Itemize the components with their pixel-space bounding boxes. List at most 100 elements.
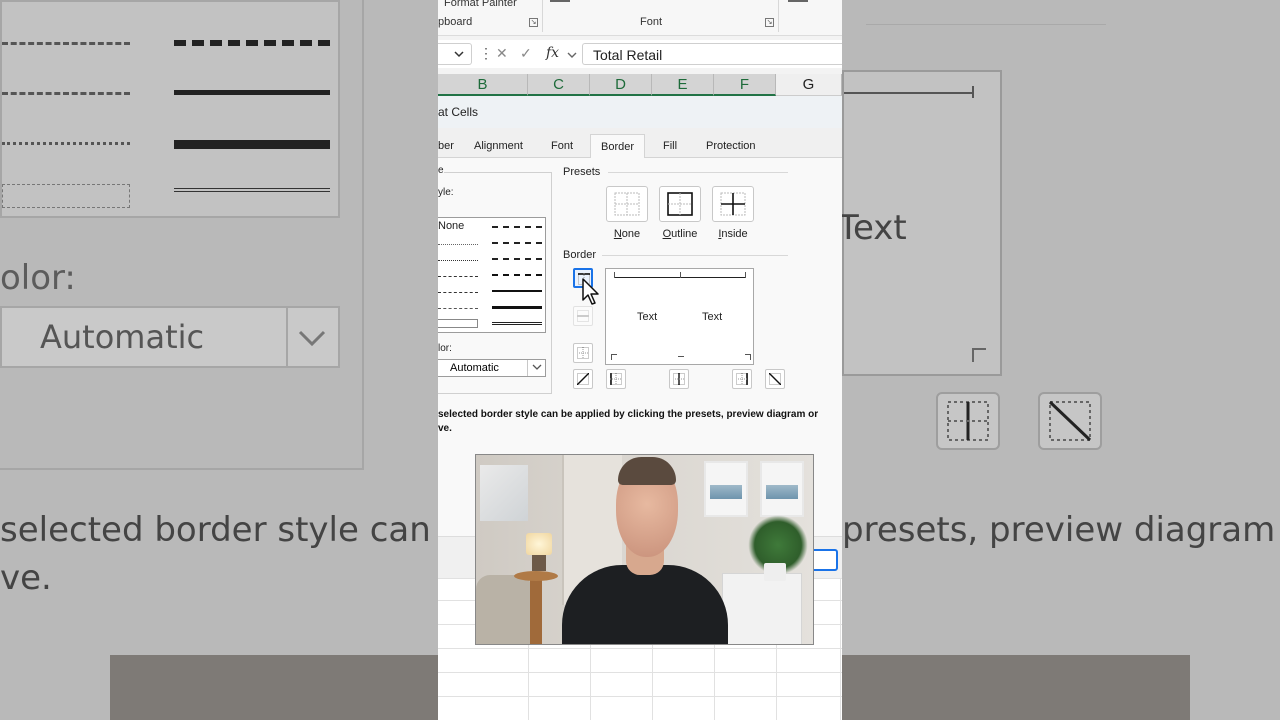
line-style-double[interactable] bbox=[492, 322, 542, 325]
column-header[interactable]: B bbox=[438, 74, 528, 96]
webcam-wall-art bbox=[480, 465, 528, 521]
bg-preview-top-border bbox=[844, 92, 974, 94]
chevron-down-icon[interactable] bbox=[527, 360, 545, 376]
border-inside-horizontal-button[interactable] bbox=[573, 306, 593, 326]
column-header[interactable]: D bbox=[590, 74, 652, 96]
enter-icon[interactable]: ✓ bbox=[520, 45, 532, 62]
border-preview[interactable]: Text Text bbox=[605, 268, 754, 365]
preset-outline-button[interactable] bbox=[659, 186, 701, 222]
webcam-side-table bbox=[514, 571, 558, 581]
bg-dash-line bbox=[2, 42, 130, 45]
preset-none-button[interactable] bbox=[606, 186, 648, 222]
bg-text-word: Text bbox=[838, 208, 907, 248]
format-painter-button[interactable]: Format Painter bbox=[444, 0, 517, 9]
clipboard-launcher-icon[interactable]: ↘ bbox=[529, 18, 538, 27]
mouse-cursor-icon bbox=[582, 278, 599, 305]
tab-alignment[interactable]: Alignment bbox=[474, 140, 523, 152]
line-style-dashdot[interactable] bbox=[438, 292, 478, 293]
webcam-lamp bbox=[526, 533, 552, 555]
preset-none-label: None bbox=[613, 228, 641, 240]
column-header[interactable]: G bbox=[776, 74, 842, 96]
hint-line-2: ve. bbox=[438, 423, 452, 434]
grid-row-line bbox=[438, 648, 842, 649]
background-line-style-box bbox=[0, 0, 340, 218]
tab-number[interactable]: ber bbox=[438, 140, 454, 152]
more-options-icon[interactable]: ⋮ bbox=[479, 45, 493, 62]
tab-protection[interactable]: Protection bbox=[706, 140, 756, 152]
preset-none-icon bbox=[614, 192, 640, 216]
bg-color-label: olor: bbox=[0, 258, 76, 298]
line-group: e yle: None lor: Automatic bbox=[438, 165, 552, 394]
bg-dot-line bbox=[2, 142, 130, 145]
preset-inside-button[interactable] bbox=[712, 186, 754, 222]
preview-tick bbox=[614, 272, 615, 278]
line-style-hair[interactable] bbox=[438, 244, 478, 245]
line-style-dashdotdot[interactable] bbox=[438, 276, 478, 277]
tab-font[interactable]: Font bbox=[551, 140, 573, 152]
line-style-medium[interactable] bbox=[492, 290, 542, 292]
color-dropdown[interactable]: Automatic bbox=[438, 359, 546, 377]
column-header[interactable]: F bbox=[714, 74, 776, 96]
bg-preview-corner bbox=[972, 348, 986, 362]
style-label: yle: bbox=[438, 187, 454, 198]
border-diagonal-up-button[interactable] bbox=[573, 369, 593, 389]
border-left-button[interactable] bbox=[606, 369, 626, 389]
webcam-frame-image bbox=[766, 485, 798, 499]
dialog-tabs: ber Alignment Font Border Fill Protectio… bbox=[438, 134, 842, 159]
presets-label: Presets bbox=[563, 166, 601, 178]
webcam-person-hair bbox=[618, 457, 676, 485]
bg-selected-line bbox=[2, 184, 130, 208]
bg-dash-line bbox=[2, 92, 130, 95]
chevron-down-icon[interactable] bbox=[566, 50, 578, 60]
tab-border[interactable]: Border bbox=[590, 134, 646, 159]
grid-col-line bbox=[840, 578, 841, 720]
bg-preview-box: Text bbox=[838, 70, 1002, 376]
line-style-slanted[interactable] bbox=[492, 242, 542, 244]
grid-row-line bbox=[438, 672, 842, 673]
bg-diagonal-button bbox=[1038, 392, 1102, 450]
line-style-medium-dashed[interactable] bbox=[492, 274, 542, 276]
line-style-dotted[interactable] bbox=[438, 260, 478, 261]
line-style-medium-dashdotdot[interactable] bbox=[492, 226, 542, 228]
border-diagonal-down-button[interactable] bbox=[765, 369, 785, 389]
preview-tick bbox=[678, 356, 684, 357]
formula-bar: ⋮ ✕ ✓ fx Total Retail bbox=[438, 40, 842, 68]
bg-color-dropdown: Automatic bbox=[0, 306, 340, 368]
bg-thick-line bbox=[174, 140, 330, 149]
line-style-medium-dashdot[interactable] bbox=[492, 258, 542, 260]
line-style-thin-selected[interactable] bbox=[438, 319, 478, 328]
line-style-list[interactable]: None bbox=[438, 217, 546, 333]
background-right-panel: Text presets, preview diagram or bbox=[838, 0, 1280, 720]
border-inside-vertical-button[interactable] bbox=[669, 369, 689, 389]
insert-function-icon[interactable]: fx bbox=[546, 45, 559, 61]
webcam-plant-pot bbox=[764, 563, 786, 581]
bg-divider bbox=[0, 468, 364, 470]
tab-fill[interactable]: Fill bbox=[663, 140, 677, 152]
color-label: lor: bbox=[438, 343, 452, 354]
formula-input[interactable]: Total Retail bbox=[582, 43, 842, 65]
bg-hint-left2: ve. bbox=[0, 558, 52, 598]
name-box[interactable] bbox=[438, 43, 472, 65]
webcam-chair bbox=[476, 575, 532, 644]
line-style-none[interactable]: None bbox=[438, 220, 464, 232]
line-style-dashed[interactable] bbox=[438, 308, 478, 309]
font-launcher-icon[interactable]: ↘ bbox=[765, 18, 774, 27]
line-style-thick[interactable] bbox=[492, 306, 542, 309]
bg-automatic-text: Automatic bbox=[40, 318, 205, 356]
border-right-button[interactable] bbox=[732, 369, 752, 389]
ribbon-icon-stub bbox=[788, 0, 808, 2]
hint-line-1: selected border style can be applied by … bbox=[438, 409, 819, 420]
screen: olor: Automatic selected border style ca… bbox=[0, 0, 1280, 720]
cancel-icon[interactable]: ✕ bbox=[496, 45, 508, 62]
diagonal-up-icon bbox=[577, 373, 589, 385]
border-label: Border bbox=[563, 249, 597, 261]
ribbon-separator bbox=[542, 0, 543, 32]
column-header[interactable]: E bbox=[652, 74, 714, 96]
ribbon-icon-stub bbox=[550, 0, 570, 2]
border-bottom-icon bbox=[577, 347, 589, 359]
bg-double-line bbox=[174, 188, 330, 192]
column-header[interactable]: C bbox=[528, 74, 590, 96]
ribbon-separator bbox=[778, 0, 779, 32]
border-bottom-button[interactable] bbox=[573, 343, 593, 363]
background-left-panel: olor: Automatic selected border style ca… bbox=[0, 0, 484, 720]
